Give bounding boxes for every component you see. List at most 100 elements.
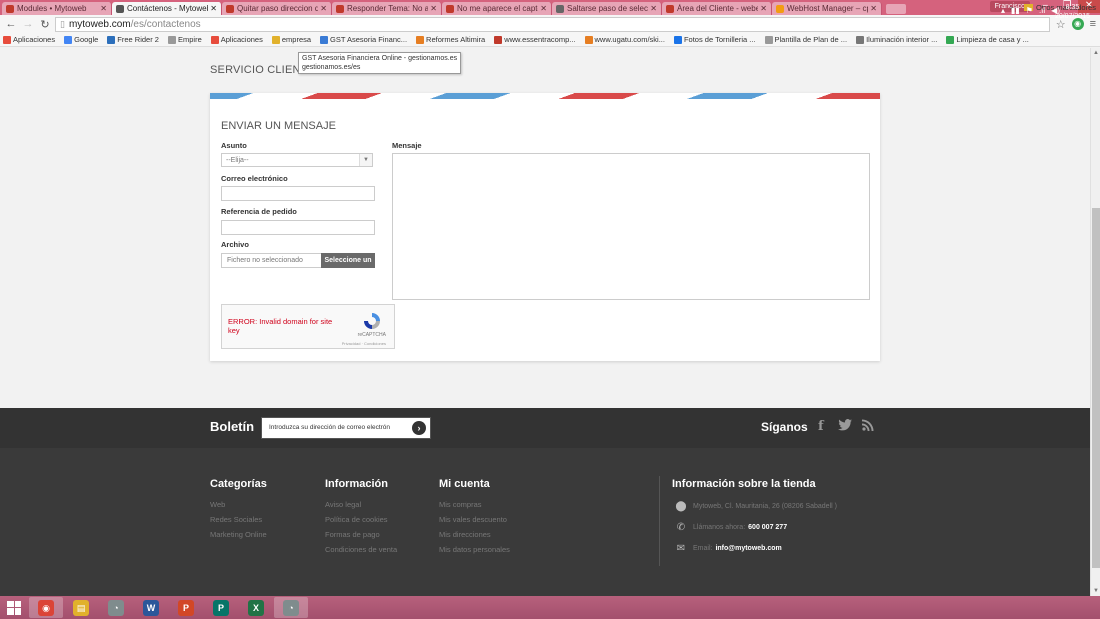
bookmark-item[interactable]: Google (64, 35, 98, 44)
close-tab-icon[interactable]: ✕ (540, 4, 547, 13)
bookmark-item[interactable]: Fotos de Tornilleria ... (673, 35, 756, 44)
footer-link[interactable]: Redes Sociales (210, 512, 267, 527)
tray-arrow-icon[interactable]: ▴ (1001, 6, 1005, 15)
footer-link[interactable]: Formas de pago (325, 527, 397, 542)
browser-tab[interactable]: Modules • Mytoweb ✕ (2, 2, 112, 15)
footer-link[interactable]: Condiciones de venta (325, 542, 397, 557)
page-scrollbar[interactable]: ▲ ▼ (1090, 48, 1100, 596)
scroll-down-icon[interactable]: ▼ (1091, 586, 1100, 596)
twitter-icon[interactable] (838, 419, 852, 434)
recaptcha-widget[interactable]: ERROR: Invalid domain for site key reCAP… (221, 304, 395, 349)
footer-link[interactable]: Web (210, 497, 267, 512)
airmail-border (210, 93, 880, 99)
bookmark-item[interactable]: empresa (271, 35, 311, 44)
footer-link[interactable]: Marketing Online (210, 527, 267, 542)
footer-link[interactable]: Mis compras (439, 497, 510, 512)
bookmark-item[interactable]: Aplicaciones (3, 35, 55, 44)
taskbar-app-publisher[interactable]: P (204, 597, 238, 618)
browser-tab[interactable]: WebHost Manager – cpS ✕ (772, 2, 882, 15)
favicon-icon (556, 4, 564, 13)
bookmark-item[interactable]: GST Asesoria Financ... (320, 35, 407, 44)
rss-icon[interactable] (862, 419, 874, 434)
envelope-icon: ✉ (676, 543, 686, 554)
footer-link[interactable]: Aviso legal (325, 497, 397, 512)
bookmark-label: Reformes Altimira (426, 35, 486, 44)
message-textarea[interactable] (392, 153, 870, 300)
clock-date: 20/07/2015 (1054, 13, 1090, 20)
browser-tab[interactable]: Quitar paso direccion de e✕ (222, 2, 332, 15)
recaptcha-icon (364, 313, 380, 329)
scroll-up-icon[interactable]: ▲ (1091, 48, 1100, 58)
back-arrow-icon[interactable]: ← (4, 18, 18, 30)
taskbar-app-word[interactable]: W (134, 597, 168, 618)
order-reference-field[interactable] (221, 220, 375, 235)
browser-tab[interactable]: Contáctenos - Mytoweb ✕ (112, 2, 222, 15)
footer-link[interactable]: Política de cookies (325, 512, 397, 527)
browser-tab-strip: Modules • Mytoweb ✕ Contáctenos - Mytoweb ✕… (0, 0, 1100, 15)
taskbar-app-excel[interactable]: X (239, 597, 273, 618)
close-tab-icon[interactable]: ✕ (870, 4, 877, 13)
close-tab-icon[interactable]: ✕ (210, 4, 217, 13)
browser-tab[interactable]: No me aparece el captcha✕ (442, 2, 552, 15)
close-tab-icon[interactable]: ✕ (320, 4, 327, 13)
email-field[interactable] (221, 186, 375, 201)
bookmark-item[interactable]: www.essentracomp... (494, 35, 576, 44)
bookmark-icon (320, 35, 329, 44)
bookmark-label: www.ugatu.com/ski... (594, 35, 665, 44)
taskbar-app-powerpoint[interactable]: P (169, 597, 203, 618)
close-tab-icon[interactable]: ✕ (430, 4, 437, 13)
bookmark-item[interactable]: www.ugatu.com/ski... (584, 35, 665, 44)
taskbar-app-explorer[interactable]: ▤ (64, 597, 98, 618)
close-tab-icon[interactable]: ✕ (760, 4, 767, 13)
new-tab-button[interactable] (886, 4, 906, 14)
favicon-icon (116, 4, 124, 13)
browser-toolbar: ← → ↻ ▯ mytoweb.com/es/contactenos ☆ ◉ ≡ (0, 15, 1100, 33)
menu-icon[interactable]: ≡ (1090, 18, 1096, 30)
browser-tab[interactable]: Responder Tema: No apa✕ (332, 2, 442, 15)
bookmark-tooltip: GST Asesoria Financiera Online - gestion… (298, 52, 462, 74)
close-tab-icon[interactable]: ✕ (650, 4, 657, 13)
address-bar[interactable]: ▯ mytoweb.com/es/contactenos (55, 16, 1050, 32)
taskbar-app-chrome[interactable]: ◉ (29, 597, 63, 618)
clock[interactable]: 8:35 20/07/2015 (1055, 3, 1090, 21)
footer-link[interactable]: Mis datos personales (439, 542, 510, 557)
browser-tab[interactable]: Saltarse paso de selecció✕ (552, 2, 662, 15)
bookmark-icon (494, 35, 503, 44)
network-icon[interactable]: ▮▮ (1011, 6, 1020, 15)
bookmark-item[interactable]: Aplicaciones (210, 35, 263, 44)
captcha-links[interactable]: Privacidad · Condiciones (342, 341, 386, 346)
footer-link[interactable]: Mis vales descuento (439, 512, 510, 527)
subject-select[interactable]: --Elija-- ▼ (221, 153, 373, 167)
bookmark-item[interactable]: Empire (167, 35, 202, 44)
file-input[interactable]: Fichero no seleccionado Seleccione un (221, 253, 375, 268)
signal-icon[interactable]: .ıl (1039, 6, 1045, 15)
page-content: SERVICIO CLIENTE ENVIAR UN MENSAJE Asunt… (0, 48, 1090, 596)
taskbar-app-app3[interactable]: ◔ (99, 597, 133, 618)
browser-tab[interactable]: Área del Cliente - weberc ✕ (662, 2, 772, 15)
scrollbar-thumb[interactable] (1092, 208, 1100, 568)
bookmark-item[interactable]: Iluminación interior ... (856, 35, 937, 44)
taskbar-app-app8[interactable]: ◔ (274, 597, 308, 618)
store-address-row: ⬤ Mytoweb, Cl. Mauritania, 26 (08206 Sab… (674, 501, 837, 512)
store-email[interactable]: info@mytoweb.com (715, 545, 781, 552)
chevron-right-icon[interactable]: › (412, 421, 426, 435)
store-phone-row: ✆ Llámanos ahora: 600 007 277 (674, 522, 787, 533)
phone-icon: ✆ (676, 522, 686, 533)
bookmark-item[interactable]: Limpieza de casa y ... (946, 35, 1029, 44)
close-tab-icon[interactable]: ✕ (100, 4, 107, 13)
footer-categories: Categorías Web Redes Sociales Marketing … (210, 478, 267, 542)
bookmark-item[interactable]: Plantilla de Plan de ... (764, 35, 847, 44)
reload-icon[interactable]: ↻ (38, 18, 52, 31)
bookmark-icon (64, 35, 73, 44)
bookmark-item[interactable]: Free Rider 2 (107, 35, 159, 44)
choose-file-button[interactable]: Seleccione un (321, 253, 375, 268)
tooltip-url: gestionamos.es/es (302, 64, 361, 71)
flag-icon[interactable]: ⚑ (1026, 6, 1033, 15)
newsletter-input[interactable]: Introduzca su dirección de correo electr… (261, 417, 431, 439)
start-button[interactable] (0, 596, 28, 619)
forward-arrow-icon[interactable]: → (21, 18, 35, 30)
bookmark-item[interactable]: Reformes Altimira (416, 35, 485, 44)
footer-link[interactable]: Mis direcciones (439, 527, 510, 542)
facebook-icon[interactable]: f (818, 419, 824, 434)
favicon-icon (226, 4, 234, 13)
